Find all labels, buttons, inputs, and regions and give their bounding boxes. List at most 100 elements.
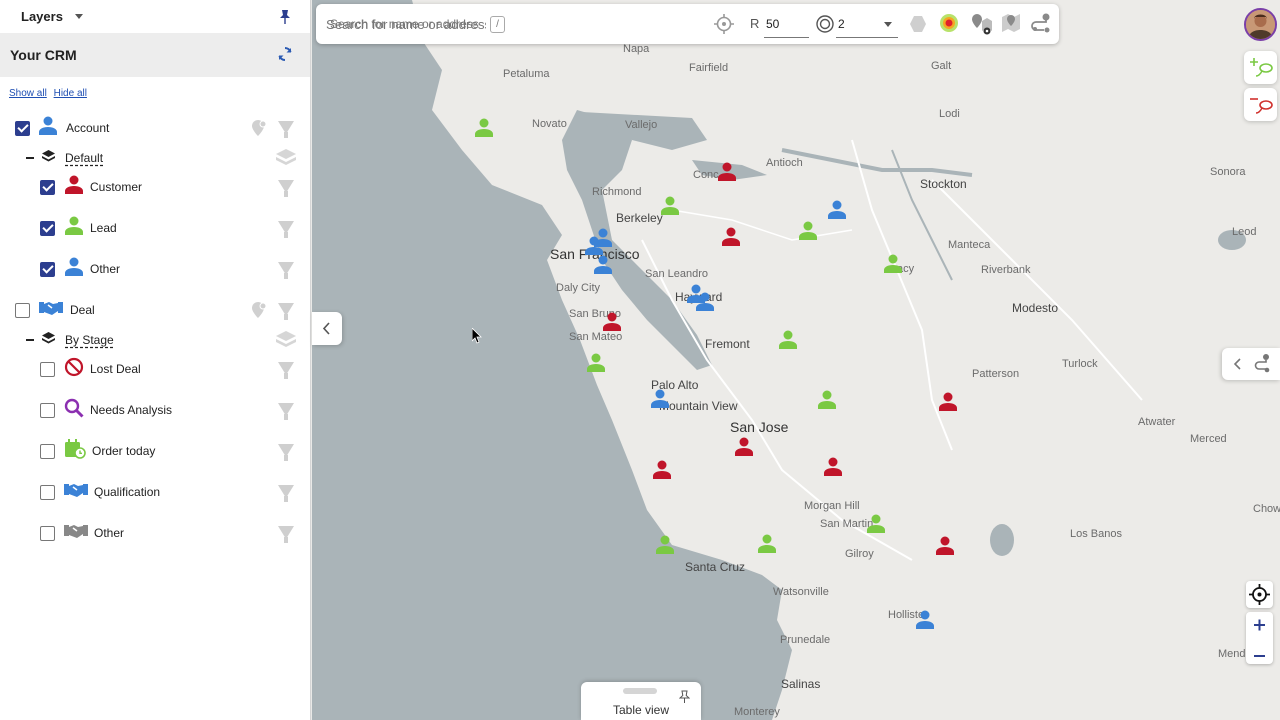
location-settings-icon[interactable] [250,119,268,142]
refresh-icon[interactable] [276,45,294,68]
collapse-sidebar-button[interactable] [312,312,342,345]
other-checkbox[interactable] [40,261,55,277]
deal-item-lost-deal[interactable]: Lost Deal [0,354,310,384]
filter-icon[interactable] [278,485,294,502]
lead-marker-icon[interactable] [818,390,836,410]
zoom-in-button[interactable] [1246,612,1273,638]
other-marker-icon[interactable] [696,292,714,312]
account-checkbox[interactable] [15,120,30,136]
layers-stack-gray-icon[interactable] [276,331,296,354]
customer-checkbox[interactable] [40,179,55,195]
hide-all-link[interactable]: Hide all [54,88,87,99]
show-all-link[interactable]: Show all [9,88,47,99]
map-pin-icon[interactable] [1000,12,1022,39]
layer-item-lead[interactable]: Lead [0,213,310,243]
account-group-default[interactable]: Default [0,143,310,173]
drag-handle[interactable] [623,688,657,694]
filter-icon[interactable] [278,526,294,543]
layer-item-customer[interactable]: Customer [0,172,310,202]
other-marker-icon[interactable] [585,236,603,256]
customer-marker-icon[interactable] [722,227,740,247]
radius-label: R [750,16,760,31]
customer-marker-icon[interactable] [653,460,671,480]
other-marker-icon[interactable] [651,389,669,409]
layer-deal[interactable]: Deal [0,295,310,325]
collapse-dash-icon[interactable] [26,339,34,341]
heatmap-icon[interactable] [939,13,959,38]
city-label: Novato [532,118,567,130]
customer-marker-icon[interactable] [603,312,621,332]
other-checkbox[interactable] [40,525,55,541]
lead-marker-icon[interactable] [799,221,817,241]
calendar-clock-icon [64,438,86,464]
filter-icon[interactable] [278,303,294,320]
customer-marker-icon[interactable] [824,457,842,477]
chevron-down-icon[interactable] [74,14,83,19]
other-marker-icon[interactable] [916,610,934,630]
lost-deal-checkbox[interactable] [40,361,55,377]
map-settings-icon[interactable] [970,12,994,41]
radius-input[interactable]: 50 [764,14,809,38]
qualification-checkbox[interactable] [40,484,55,500]
lead-marker-icon[interactable] [867,514,885,534]
chevron-down-icon[interactable] [884,22,892,27]
layers-header[interactable]: Layers [0,0,310,33]
deal-item-needs-analysis[interactable]: Needs Analysis [0,395,310,425]
pin-icon[interactable] [278,9,292,30]
customer-marker-icon[interactable] [718,162,736,182]
lead-marker-icon[interactable] [475,118,493,138]
lead-marker-icon[interactable] [779,330,797,350]
city-label: Manteca [948,239,991,251]
order-today-checkbox[interactable] [40,443,55,459]
filter-icon[interactable] [278,444,294,461]
lasso-add-icon [1250,58,1273,77]
deal-item-other[interactable]: Other [0,518,310,548]
deal-checkbox[interactable] [15,302,30,318]
other-marker-icon[interactable] [594,255,612,275]
filter-icon[interactable] [278,180,294,197]
lead-marker-icon[interactable] [661,196,679,216]
lead-marker-icon[interactable] [758,534,776,554]
lead-checkbox[interactable] [40,220,55,236]
filter-icon[interactable] [278,221,294,238]
needs-analysis-checkbox[interactable] [40,402,55,418]
table-view-drawer[interactable]: Table view [581,682,701,720]
deal-item-order-today[interactable]: Order today [0,436,310,466]
layers-stack-gray-icon[interactable] [276,149,296,172]
collapse-dash-icon[interactable] [26,157,34,159]
location-settings-icon[interactable] [250,301,268,324]
filter-icon[interactable] [278,403,294,420]
locate-me-button[interactable] [1246,581,1273,608]
customer-marker-icon[interactable] [735,437,753,457]
layer-account[interactable]: Account [0,113,310,143]
handshake-icon [64,482,88,503]
routing-panel-toggle[interactable] [1222,348,1280,380]
zoom-out-button[interactable] [1246,643,1273,669]
filter-icon[interactable] [278,121,294,138]
layer-item-other[interactable]: Other [0,254,310,284]
city-label: Lodi [939,108,960,120]
lead-marker-icon[interactable] [587,353,605,373]
map-canvas[interactable]: Napa Petaluma Fairfield Galt Novato Vallejo Lo… [312,0,1280,720]
filter-icon[interactable] [278,262,294,279]
city-label: Gilroy [845,548,874,560]
user-avatar[interactable] [1244,8,1277,41]
filter-icon[interactable] [278,362,294,379]
city-label: Conc [693,169,719,181]
customer-marker-icon[interactable] [939,392,957,412]
crosshair-icon[interactable] [714,14,734,39]
remove-lasso-button[interactable] [1244,88,1277,121]
lead-marker-icon[interactable] [656,535,674,555]
route-icon[interactable] [1030,12,1052,39]
city-label: Turlock [1062,358,1098,370]
deal-item-qualification[interactable]: Qualification [0,477,310,507]
hexagon-icon[interactable] [909,15,927,38]
add-lasso-button[interactable] [1244,51,1277,84]
lasso-remove-icon [1250,98,1273,114]
city-label: Antioch [766,157,803,169]
other-marker-icon[interactable] [828,200,846,220]
deal-group-by-stage[interactable]: By Stage [0,325,310,355]
customer-marker-icon[interactable] [936,536,954,556]
city-label: San Mateo [569,331,623,343]
lead-marker-icon[interactable] [884,254,902,274]
